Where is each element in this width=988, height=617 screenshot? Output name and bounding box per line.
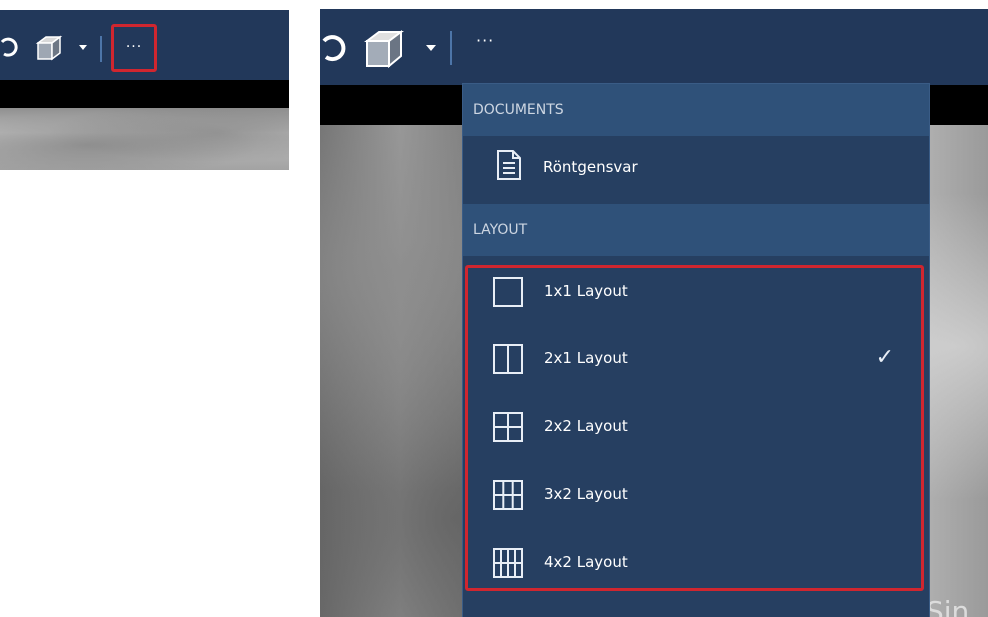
menu-item-label: Röntgensvar [543, 158, 638, 176]
chevron-down-icon[interactable] [79, 45, 87, 51]
xray-image-thumbnail [0, 108, 289, 170]
toolbar-separator [450, 31, 452, 65]
3d-cube-icon[interactable] [34, 35, 64, 61]
viewer-thumbnail-panel: ··· [0, 10, 289, 170]
document-icon [497, 150, 521, 180]
toolbar-small: ··· [0, 10, 289, 108]
more-options-button[interactable]: ··· [476, 31, 494, 50]
toolbar-separator [100, 36, 102, 62]
rotate-icon[interactable] [0, 36, 20, 60]
rotate-icon[interactable] [320, 33, 350, 65]
viewport-header-bar [0, 80, 289, 108]
layout-section-header: LAYOUT [463, 204, 929, 256]
toolbar-large: ··· [320, 9, 988, 85]
3d-cube-icon[interactable] [362, 29, 406, 69]
documents-section-header: DOCUMENTS [463, 84, 929, 136]
xray-annotation-text: Sin [926, 595, 970, 617]
more-options-button[interactable]: ··· [111, 24, 157, 72]
menu-item-rontgensvar[interactable]: Röntgensvar [463, 136, 929, 204]
chevron-down-icon[interactable] [426, 45, 436, 52]
layout-options-highlight [465, 265, 924, 591]
